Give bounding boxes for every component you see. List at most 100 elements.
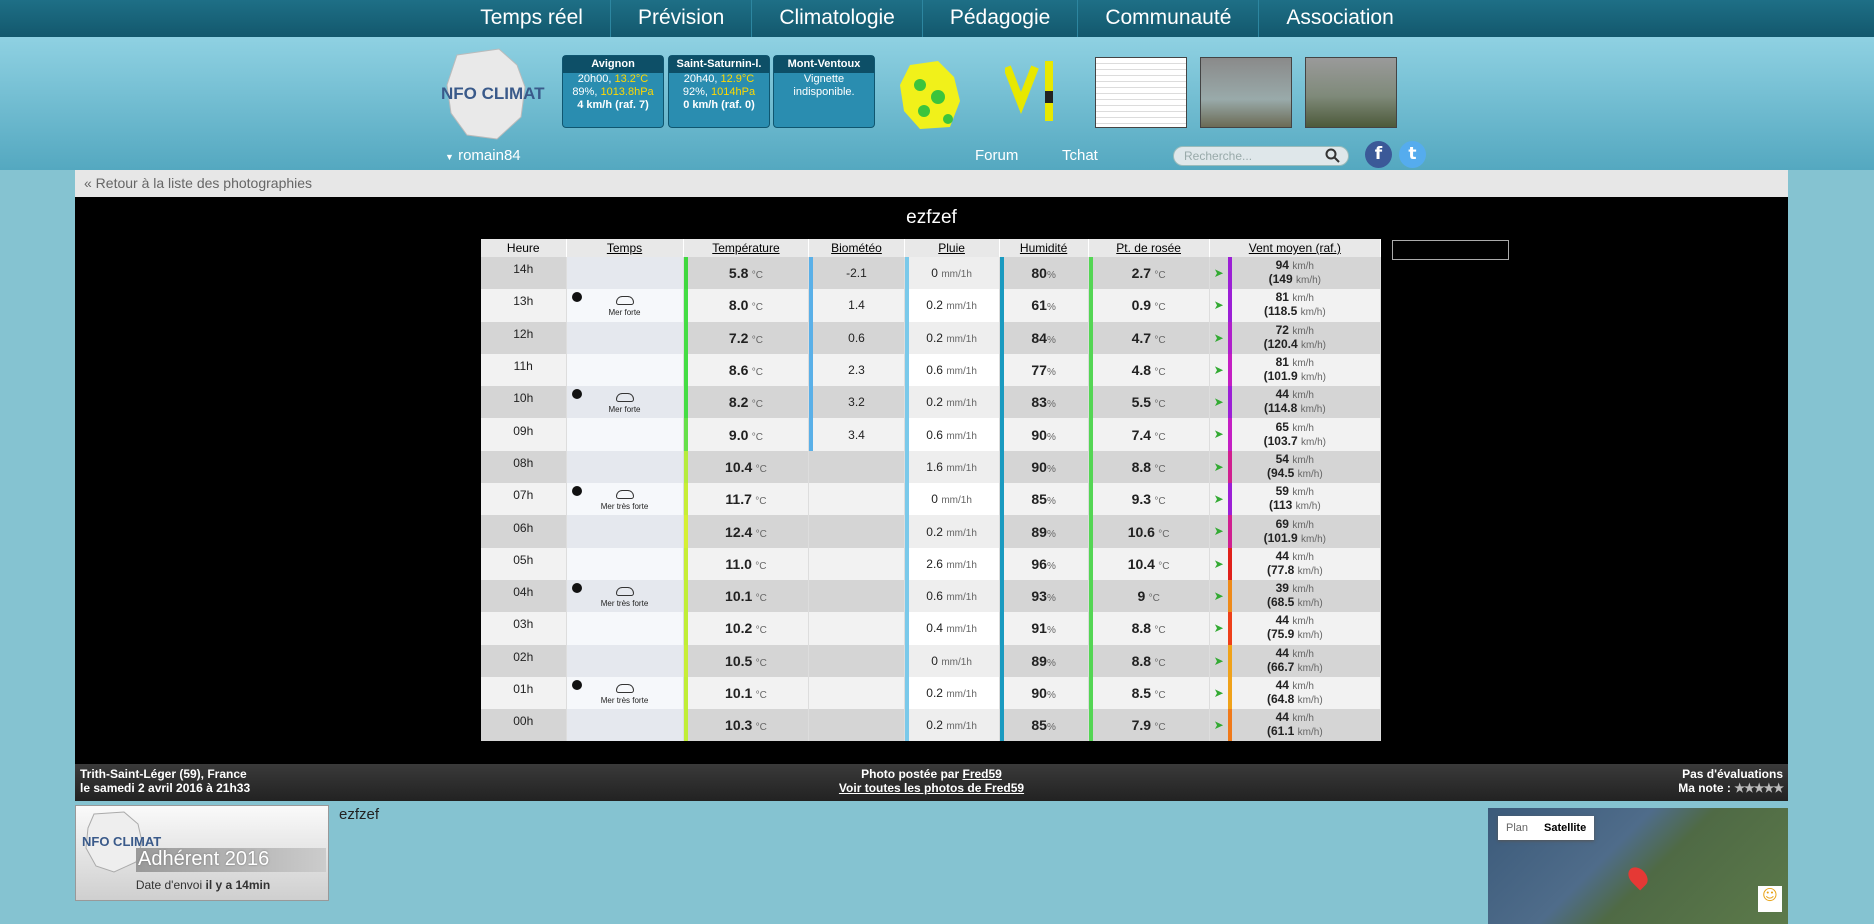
rain-bar [904,612,909,645]
humidity-bar [999,612,1004,645]
biometeo-cell [808,644,905,677]
wind-cell: ➤ 94 km/h (149 km/h) [1209,257,1382,290]
rain-bar [904,353,909,387]
hour-cell: 09h [481,418,567,451]
station-card-mont-ventoux[interactable]: Mont-Ventoux Vignette indisponible. [773,55,875,128]
map-satellite-tab[interactable]: Satellite [1536,816,1594,840]
dewpoint-bar [1088,709,1093,742]
hour-cell: 01h [481,676,567,710]
thumbnail-photo-1[interactable] [1200,57,1292,128]
biometeo-cell [808,579,905,613]
nav-temps-reel[interactable]: Temps réel [453,0,611,37]
weather-cell [566,321,684,354]
vigilance-logo-icon[interactable] [1005,57,1065,127]
biometeo-bar [809,257,814,290]
user-menu[interactable]: ▼ romain84 [445,147,521,164]
col-heure: Heure [481,239,567,257]
rain-cloud-icon [615,489,634,499]
hour-cell: 13h [481,289,567,322]
temperature-bar [683,547,688,580]
tchat-link[interactable]: Tchat [1062,147,1098,164]
map-type-toggle: Plan Satellite [1498,816,1595,840]
street-view-pegman-icon[interactable]: ☺ [1758,886,1782,912]
temperature-bar [683,709,688,742]
temperature-cell: 10.3 °C [683,709,810,742]
forum-link[interactable]: Forum [975,147,1018,164]
dewpoint-bar [1088,321,1093,354]
biometeo-cell: 0.6 [808,321,905,354]
nav-association[interactable]: Association [1259,0,1420,37]
dewpoint-bar [1088,644,1093,677]
weather-cell [566,418,684,451]
station-name: Mont-Ventoux [774,56,874,73]
twitter-icon[interactable]: t [1399,141,1426,168]
humidity-cell: 90% [999,418,1089,451]
col-temperature[interactable]: Température [683,239,810,257]
weather-cell: Mer forte [566,386,684,419]
all-photos-link[interactable]: Voir toutes les photos de Fred59 [839,781,1024,795]
humidity-bar [999,321,1004,354]
map-pin-icon[interactable] [1624,863,1652,891]
wind-bar [1227,289,1232,322]
hour-cell: 11h [481,353,567,387]
station-temp: 12.9°C [720,73,755,85]
wind-bar [1227,353,1232,387]
wind-bar [1227,515,1232,548]
logo-text: NFO CLIMAT [441,84,545,103]
facebook-icon[interactable]: f [1365,141,1392,168]
humidity-cell: 89% [999,644,1089,677]
wind-direction-arrow-icon: ➤ [1213,459,1224,474]
rain-cloud-icon [615,295,634,305]
search-icon[interactable] [1325,148,1341,164]
humidity-bar [999,483,1004,516]
station-wind: 4 km/h (raf. 7) [577,99,649,111]
hour-cell: 00h [481,709,567,742]
humidity-cell: 89% [999,515,1089,548]
wind-cell: ➤ 44 km/h (77.8 km/h) [1209,547,1382,580]
weather-table: Heure Temps Température Biométéo Pluie H… [481,239,1382,742]
col-temps[interactable]: Temps [566,239,684,257]
dewpoint-bar [1088,483,1093,516]
france-vigilance-map-icon[interactable] [890,57,970,133]
nav-communaute[interactable]: Communauté [1078,0,1260,37]
thumbnail-table[interactable] [1095,57,1187,128]
dewpoint-bar [1088,547,1093,580]
nav-climatologie[interactable]: Climatologie [752,0,923,37]
nav-prevision[interactable]: Prévision [611,0,753,37]
humidity-bar [999,418,1004,451]
back-link[interactable]: « Retour à la liste des photographies [75,170,1788,197]
wind-cell: ➤ 72 km/h (120.4 km/h) [1209,321,1382,354]
station-card-avignon[interactable]: Avignon 20h00, 13.2°C 89%, 1013.8hPa 4 k… [562,55,664,128]
col-biometeo[interactable]: Biométéo [808,239,905,257]
rating-stars[interactable]: ★★★★★ [1734,781,1784,795]
humidity-bar [999,579,1004,613]
rain-bar [904,289,909,322]
author-link[interactable]: Fred59 [962,767,1001,781]
hour-cell: 05h [481,547,567,580]
temperature-bar [683,579,688,613]
col-pt-rosee[interactable]: Pt. de rosée [1088,239,1210,257]
station-card-saint-saturnin[interactable]: Saint-Saturnin-l. 20h40, 12.9°C 92%, 101… [668,55,770,128]
username: romain84 [458,147,521,164]
photo-title: ezfzef [906,207,957,228]
map-plan-tab[interactable]: Plan [1498,816,1536,840]
search-input[interactable]: Recherche... [1173,146,1349,166]
wind-bar [1227,483,1232,516]
location-map[interactable]: Plan Satellite ☺ [1488,808,1788,924]
nav-pedagogie[interactable]: Pédagogie [923,0,1079,37]
hour-cell: 06h [481,515,567,548]
rain-cell: 0 mm/1h [904,483,1000,516]
thumbnail-photo-2[interactable] [1305,57,1397,128]
main-nav: Temps réel Prévision Climatologie Pédago… [0,0,1874,37]
temperature-bar [683,612,688,645]
col-humidite[interactable]: Humidité [999,239,1089,257]
table-row: 13h Mer forte 8.0 °C 1.4 0.2 mm/1h 61% 0.9 °C ➤… [481,289,1382,322]
dewpoint-cell: 0.9 °C [1088,289,1210,322]
col-vent[interactable]: Vent moyen (raf.) [1209,239,1382,257]
logo-text-small: NFO CLIMAT [82,834,161,849]
col-pluie[interactable]: Pluie [904,239,1000,257]
rain-bar [904,644,909,677]
rain-bar [904,386,909,419]
infoclimat-logo[interactable]: NFO CLIMAT [437,47,555,143]
sea-state: Mer très forte [600,501,649,511]
